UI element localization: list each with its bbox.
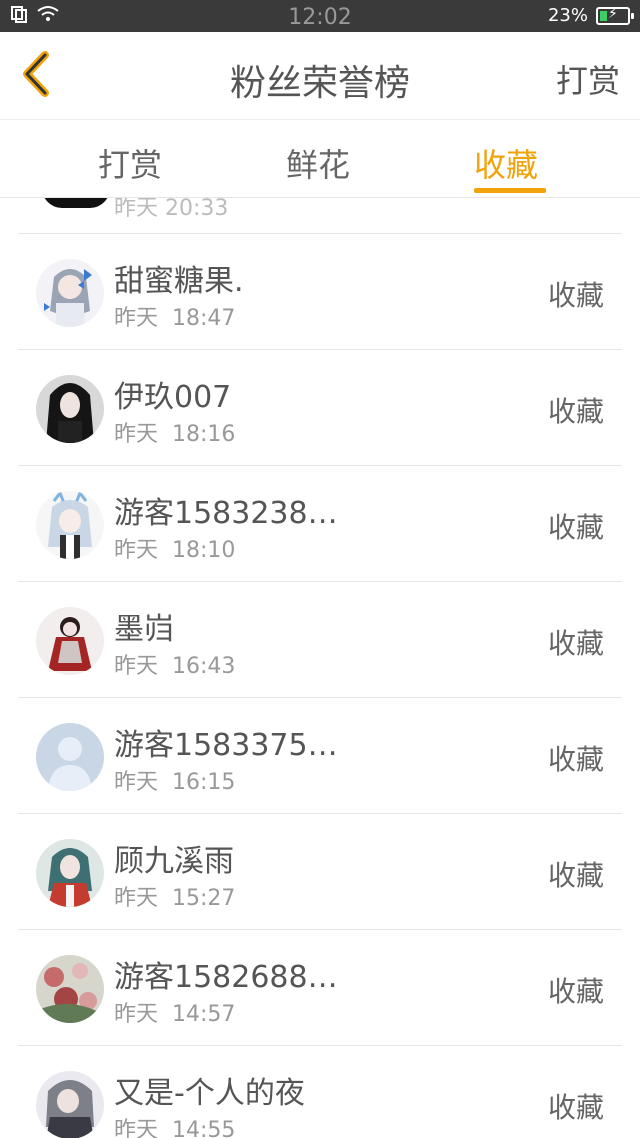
- avatar: [36, 723, 104, 791]
- list-item[interactable]: 又是-个人的夜 昨天 14:55 收藏: [18, 1046, 622, 1138]
- list-item-action: 收藏: [547, 395, 604, 428]
- list-item-name: 墨岿: [114, 612, 174, 647]
- list-item-time: 昨天 16:43: [114, 654, 236, 679]
- list-item-name: 游客1582688…: [114, 960, 338, 995]
- fan-list[interactable]: 昨天 20:33 甜蜜糖果. 昨天 18:47 收藏 伊玖007 昨天 18:1…: [0, 198, 640, 1138]
- list-item-name: 游客1583375…: [114, 728, 338, 763]
- avatar: [36, 375, 104, 443]
- list-item-action: 收藏: [547, 859, 604, 892]
- tab-flowers[interactable]: 鲜花: [286, 140, 350, 186]
- list-item-name: 伊玖007: [114, 380, 232, 415]
- battery-charging-icon: ⚡: [596, 6, 634, 25]
- list-item[interactable]: 墨岿 昨天 16:43 收藏: [18, 582, 622, 698]
- status-time: 12:02: [288, 5, 352, 30]
- list-item[interactable]: 顾九溪雨 昨天 15:27 收藏: [18, 814, 622, 930]
- active-tab-indicator: [474, 188, 546, 193]
- list-item-time: 昨天 14:57: [114, 1002, 236, 1027]
- list-item-time: 昨天 18:47: [114, 306, 236, 331]
- battery-percent: 23%: [547, 5, 588, 26]
- list-item-name: 游客1583238…: [114, 496, 338, 531]
- list-item[interactable]: 游客1583375… 昨天 16:15 收藏: [18, 698, 622, 814]
- list-item-action: 收藏: [547, 511, 604, 544]
- list-item-action: 收藏: [547, 975, 604, 1008]
- list-item-time: 昨天 16:15: [114, 770, 236, 795]
- list-item[interactable]: 游客1582688… 昨天 14:57 收藏: [18, 930, 622, 1046]
- list-item-action: 收藏: [547, 279, 604, 312]
- tab-favorites[interactable]: 收藏: [474, 140, 538, 186]
- avatar: [42, 198, 110, 208]
- list-item-time: 昨天 18:16: [114, 422, 236, 447]
- avatar: [36, 1071, 104, 1138]
- tab-bar: 打赏 鲜花 收藏: [0, 120, 640, 198]
- avatar: [36, 607, 104, 675]
- list-item-partial[interactable]: 昨天 20:33: [18, 198, 622, 234]
- avatar: [36, 259, 104, 327]
- avatar: [36, 491, 104, 559]
- list-item[interactable]: 甜蜜糖果. 昨天 18:47 收藏: [18, 234, 622, 350]
- list-item-action: 收藏: [547, 627, 604, 660]
- nav-bar: 粉丝荣誉榜 打赏: [0, 32, 640, 120]
- avatar: [36, 955, 104, 1023]
- avatar: [36, 839, 104, 907]
- list-item-action: 收藏: [547, 743, 604, 776]
- status-bar: 12:02 23% ⚡: [0, 0, 640, 32]
- list-item-time: 昨天 20:33: [114, 198, 229, 221]
- reward-button[interactable]: 打赏: [556, 56, 620, 102]
- list-item-name: 又是-个人的夜: [114, 1076, 305, 1111]
- list-item-time: 昨天 18:10: [114, 538, 236, 563]
- list-item[interactable]: 游客1583238… 昨天 18:10 收藏: [18, 466, 622, 582]
- list-item-time: 昨天 15:27: [114, 886, 236, 911]
- tab-reward[interactable]: 打赏: [98, 140, 162, 186]
- list-item-name: 顾九溪雨: [114, 844, 234, 879]
- list-item-time: 昨天 14:55: [114, 1118, 236, 1138]
- list-item-name: 甜蜜糖果.: [114, 264, 244, 299]
- list-item[interactable]: 伊玖007 昨天 18:16 收藏: [18, 350, 622, 466]
- status-icons-right: 23% ⚡: [547, 5, 634, 26]
- list-item-action: 收藏: [547, 1091, 604, 1124]
- page-title: 粉丝荣誉榜: [229, 63, 410, 104]
